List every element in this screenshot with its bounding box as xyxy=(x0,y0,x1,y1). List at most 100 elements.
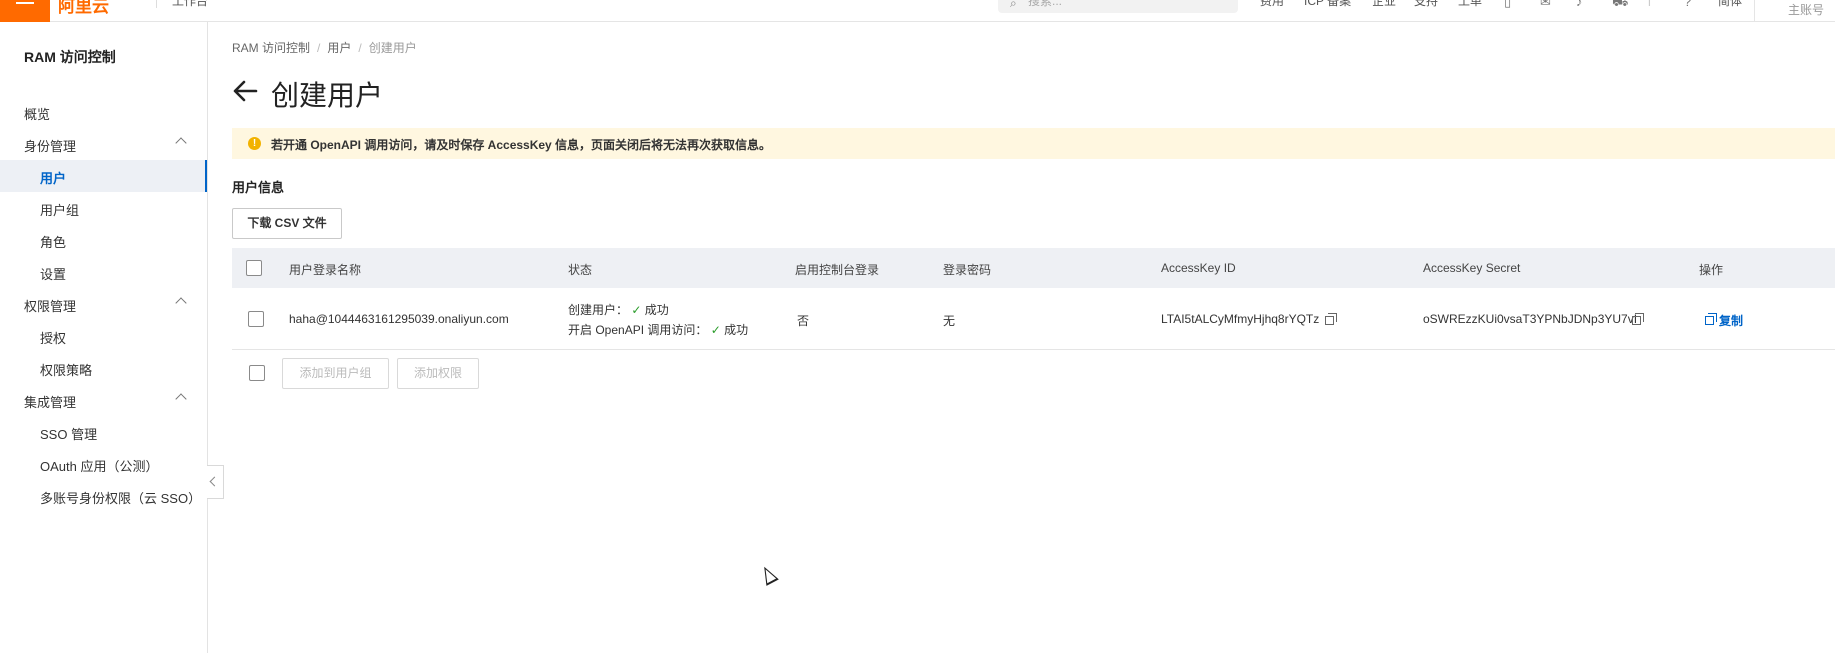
table-header: 用户登录名称 状态 启用控制台登录 登录密码 AccessKey ID Acce… xyxy=(232,248,1835,288)
help-icon[interactable]: ? xyxy=(1684,0,1691,9)
breadcrumb-separator: / xyxy=(317,41,321,55)
search-input[interactable]: 搜索... xyxy=(1028,0,1062,9)
sidebar-item-label: 角色 xyxy=(40,235,67,250)
nav-support[interactable]: 支持 xyxy=(1414,0,1438,9)
breadcrumb-item-current: 创建用户 xyxy=(368,41,417,55)
sidebar-item-sso[interactable]: SSO 管理 xyxy=(0,416,207,448)
account-label[interactable]: 主账号 xyxy=(1788,1,1824,18)
top-bar: 阿里云 工作台 ⌕ 搜索... 费用 ICP 备案 企业 支持 工单 ▯ ✉ ♪… xyxy=(0,0,1835,22)
nav-icp[interactable]: ICP 备案 xyxy=(1304,0,1351,9)
breadcrumb-separator: / xyxy=(358,41,362,55)
page-title: 创建用户 xyxy=(271,80,384,111)
breadcrumb: RAM 访问控制 / 用户 / 创建用户 xyxy=(232,39,417,56)
sidebar-item-roles[interactable]: 角色 xyxy=(0,224,207,256)
copy-icon[interactable] xyxy=(1632,313,1644,325)
sidebar-item-oauth[interactable]: OAuth 应用（公测） xyxy=(0,448,207,480)
status-api-value: 成功 xyxy=(724,323,749,337)
select-all-checkbox[interactable] xyxy=(246,260,262,276)
column-header-actions: 操作 xyxy=(1699,263,1724,277)
language-switch[interactable]: 简体 xyxy=(1718,0,1742,9)
chevron-up-icon xyxy=(175,297,187,309)
breadcrumb-item-users[interactable]: 用户 xyxy=(327,41,351,55)
message-icon[interactable]: ✉ xyxy=(1540,0,1551,10)
copy-button[interactable]: 复制 xyxy=(1719,312,1743,329)
sidebar-item-label: SSO 管理 xyxy=(40,427,98,442)
lamp-icon[interactable]: ǐ xyxy=(1648,0,1651,9)
status-openapi: 开启 OpenAPI 调用访问： ✓ 成功 xyxy=(568,321,748,338)
accesskey-secret-cell: oSWREzzKUi0vsaT3YPNbJDNp3YU7vI xyxy=(1423,312,1638,326)
status-create: 创建用户： ✓ 成功 xyxy=(568,301,669,318)
warning-alert: ! 若开通 OpenAPI 调用访问，请及时保存 AccessKey 信息，页面… xyxy=(232,128,1835,159)
download-csv-button[interactable]: 下载 CSV 文件 xyxy=(232,208,342,239)
sidebar-item-overview[interactable]: 概览 xyxy=(0,96,207,128)
sidebar-item-label: 多账号身份权限（云 SSO） xyxy=(40,491,202,506)
sidebar-item-label: 身份管理 xyxy=(24,139,77,154)
alert-text: 若开通 OpenAPI 调用访问，请及时保存 AccessKey 信息，页面关闭… xyxy=(271,138,772,152)
sidebar-item-label: 集成管理 xyxy=(24,395,77,410)
sidebar-item-user-groups[interactable]: 用户组 xyxy=(0,192,207,224)
breadcrumb-item-ram[interactable]: RAM 访问控制 xyxy=(232,41,310,55)
password-cell: 无 xyxy=(943,314,956,328)
nav-enterprise[interactable]: 企业 xyxy=(1372,0,1396,9)
column-header-status: 状态 xyxy=(568,263,593,277)
table-row: haha@1044463161295039.onaliyun.com 创建用户：… xyxy=(232,288,1835,350)
sidebar-group-integration[interactable]: 集成管理 xyxy=(0,384,207,416)
sidebar-item-label: 权限管理 xyxy=(24,299,77,314)
sidebar-item-grants[interactable]: 授权 xyxy=(0,320,207,352)
sidebar-item-label: 授权 xyxy=(40,331,67,346)
login-name-cell: haha@1044463161295039.onaliyun.com xyxy=(289,312,509,326)
sidebar-item-label: 用户组 xyxy=(40,203,80,218)
sidebar-item-users[interactable]: 用户 xyxy=(0,160,207,192)
check-icon: ✓ xyxy=(710,323,721,337)
column-header-login-name: 用户登录名称 xyxy=(289,263,362,277)
nav-ticket[interactable]: 工单 xyxy=(1458,0,1482,9)
add-permission-button[interactable]: 添加权限 xyxy=(397,358,479,389)
chevron-up-icon xyxy=(175,137,187,149)
sidebar-item-label: 权限策略 xyxy=(40,363,93,378)
divider xyxy=(156,0,157,8)
sidebar-group-identity[interactable]: 身份管理 xyxy=(0,128,207,160)
status-create-value: 成功 xyxy=(644,303,669,317)
warning-icon: ! xyxy=(248,137,261,150)
sidebar: RAM 访问控制 概览 身份管理 用户 用户组 角色 设置 权限管理 授权 权限… xyxy=(0,22,208,653)
workbench-link[interactable]: 工作台 xyxy=(172,0,208,9)
sidebar-item-policies[interactable]: 权限策略 xyxy=(0,352,207,384)
sidebar-item-settings[interactable]: 设置 xyxy=(0,256,207,288)
status-api-label: 开启 OpenAPI 调用访问： xyxy=(568,323,708,337)
add-to-group-button[interactable]: 添加到用户组 xyxy=(282,358,389,389)
chevron-left-icon xyxy=(209,476,220,487)
cart-icon[interactable]: ⛟ xyxy=(1612,0,1628,12)
sidebar-item-label: 用户 xyxy=(40,171,67,186)
section-title: 用户信息 xyxy=(232,180,285,195)
sidebar-item-label: 设置 xyxy=(40,267,67,282)
search-box[interactable]: ⌕ 搜索... xyxy=(998,0,1238,13)
accesskey-id-cell: LTAI5tALCyMfmyHjhq8rYQTz xyxy=(1161,312,1320,326)
status-create-label: 创建用户： xyxy=(568,303,629,317)
mobile-icon[interactable]: ▯ xyxy=(1504,0,1511,10)
back-arrow-icon[interactable] xyxy=(232,78,258,104)
column-header-console-login: 启用控制台登录 xyxy=(795,263,880,277)
sidebar-item-label: OAuth 应用（公测） xyxy=(40,459,159,474)
bell-icon[interactable]: ♪ xyxy=(1576,0,1583,9)
aliyun-logo[interactable]: 阿里云 xyxy=(58,0,109,17)
copy-icon[interactable] xyxy=(1705,313,1717,325)
column-header-accesskey-secret: AccessKey Secret xyxy=(1423,261,1521,275)
column-header-accesskey-id: AccessKey ID xyxy=(1161,261,1236,275)
batch-select-checkbox[interactable] xyxy=(249,365,265,381)
nav-billing[interactable]: 费用 xyxy=(1260,0,1284,9)
sidebar-title: RAM 访问控制 xyxy=(24,49,116,65)
mouse-cursor xyxy=(758,563,779,586)
sidebar-item-label: 概览 xyxy=(24,107,51,122)
copy-icon[interactable] xyxy=(1325,313,1337,325)
chevron-up-icon xyxy=(175,393,187,405)
batch-actions: 添加到用户组 添加权限 xyxy=(232,358,932,394)
sidebar-item-cloud-sso[interactable]: 多账号身份权限（云 SSO） xyxy=(0,480,207,512)
console-login-cell: 否 xyxy=(797,314,810,328)
menu-icon[interactable] xyxy=(0,0,50,22)
sidebar-group-permissions[interactable]: 权限管理 xyxy=(0,288,207,320)
sidebar-collapse-button[interactable] xyxy=(207,465,224,499)
row-checkbox[interactable] xyxy=(248,311,264,327)
search-icon: ⌕ xyxy=(1010,0,1017,10)
check-icon: ✓ xyxy=(631,303,642,317)
column-header-password: 登录密码 xyxy=(943,263,992,277)
